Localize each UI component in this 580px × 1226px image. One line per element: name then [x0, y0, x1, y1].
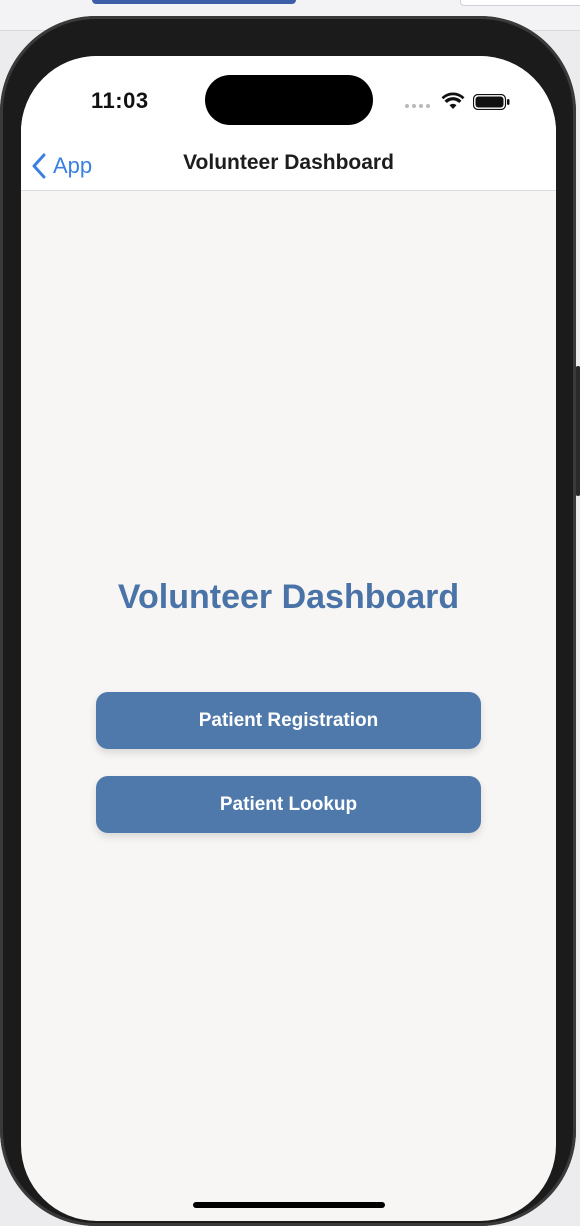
backdrop-tab [92, 0, 296, 4]
status-time: 11:03 [91, 88, 149, 113]
page-title: Volunteer Dashboard [117, 578, 460, 616]
dynamic-island [205, 75, 373, 125]
navigation-bar: App Volunteer Dashboard [21, 144, 556, 191]
battery-icon [473, 94, 510, 110]
home-indicator [193, 1202, 385, 1208]
wifi-icon [441, 92, 465, 109]
back-button[interactable]: App [31, 148, 92, 184]
back-button-label: App [53, 153, 93, 178]
status-bar: 11:03 [21, 56, 556, 144]
patient-lookup-button[interactable]: Patient Lookup [96, 776, 481, 833]
patient-registration-button[interactable]: Patient Registration [96, 692, 481, 749]
signal-icon [405, 104, 430, 108]
phone-frame: 11:03 App Volunteer Dashboard Volunteer … [0, 16, 576, 1226]
phone-screen: 11:03 App Volunteer Dashboard Volunteer … [21, 56, 556, 1221]
chevron-left-icon [32, 153, 46, 179]
backdrop-tab-secondary [460, 0, 580, 6]
nav-title: Volunteer Dashboard [183, 151, 394, 174]
